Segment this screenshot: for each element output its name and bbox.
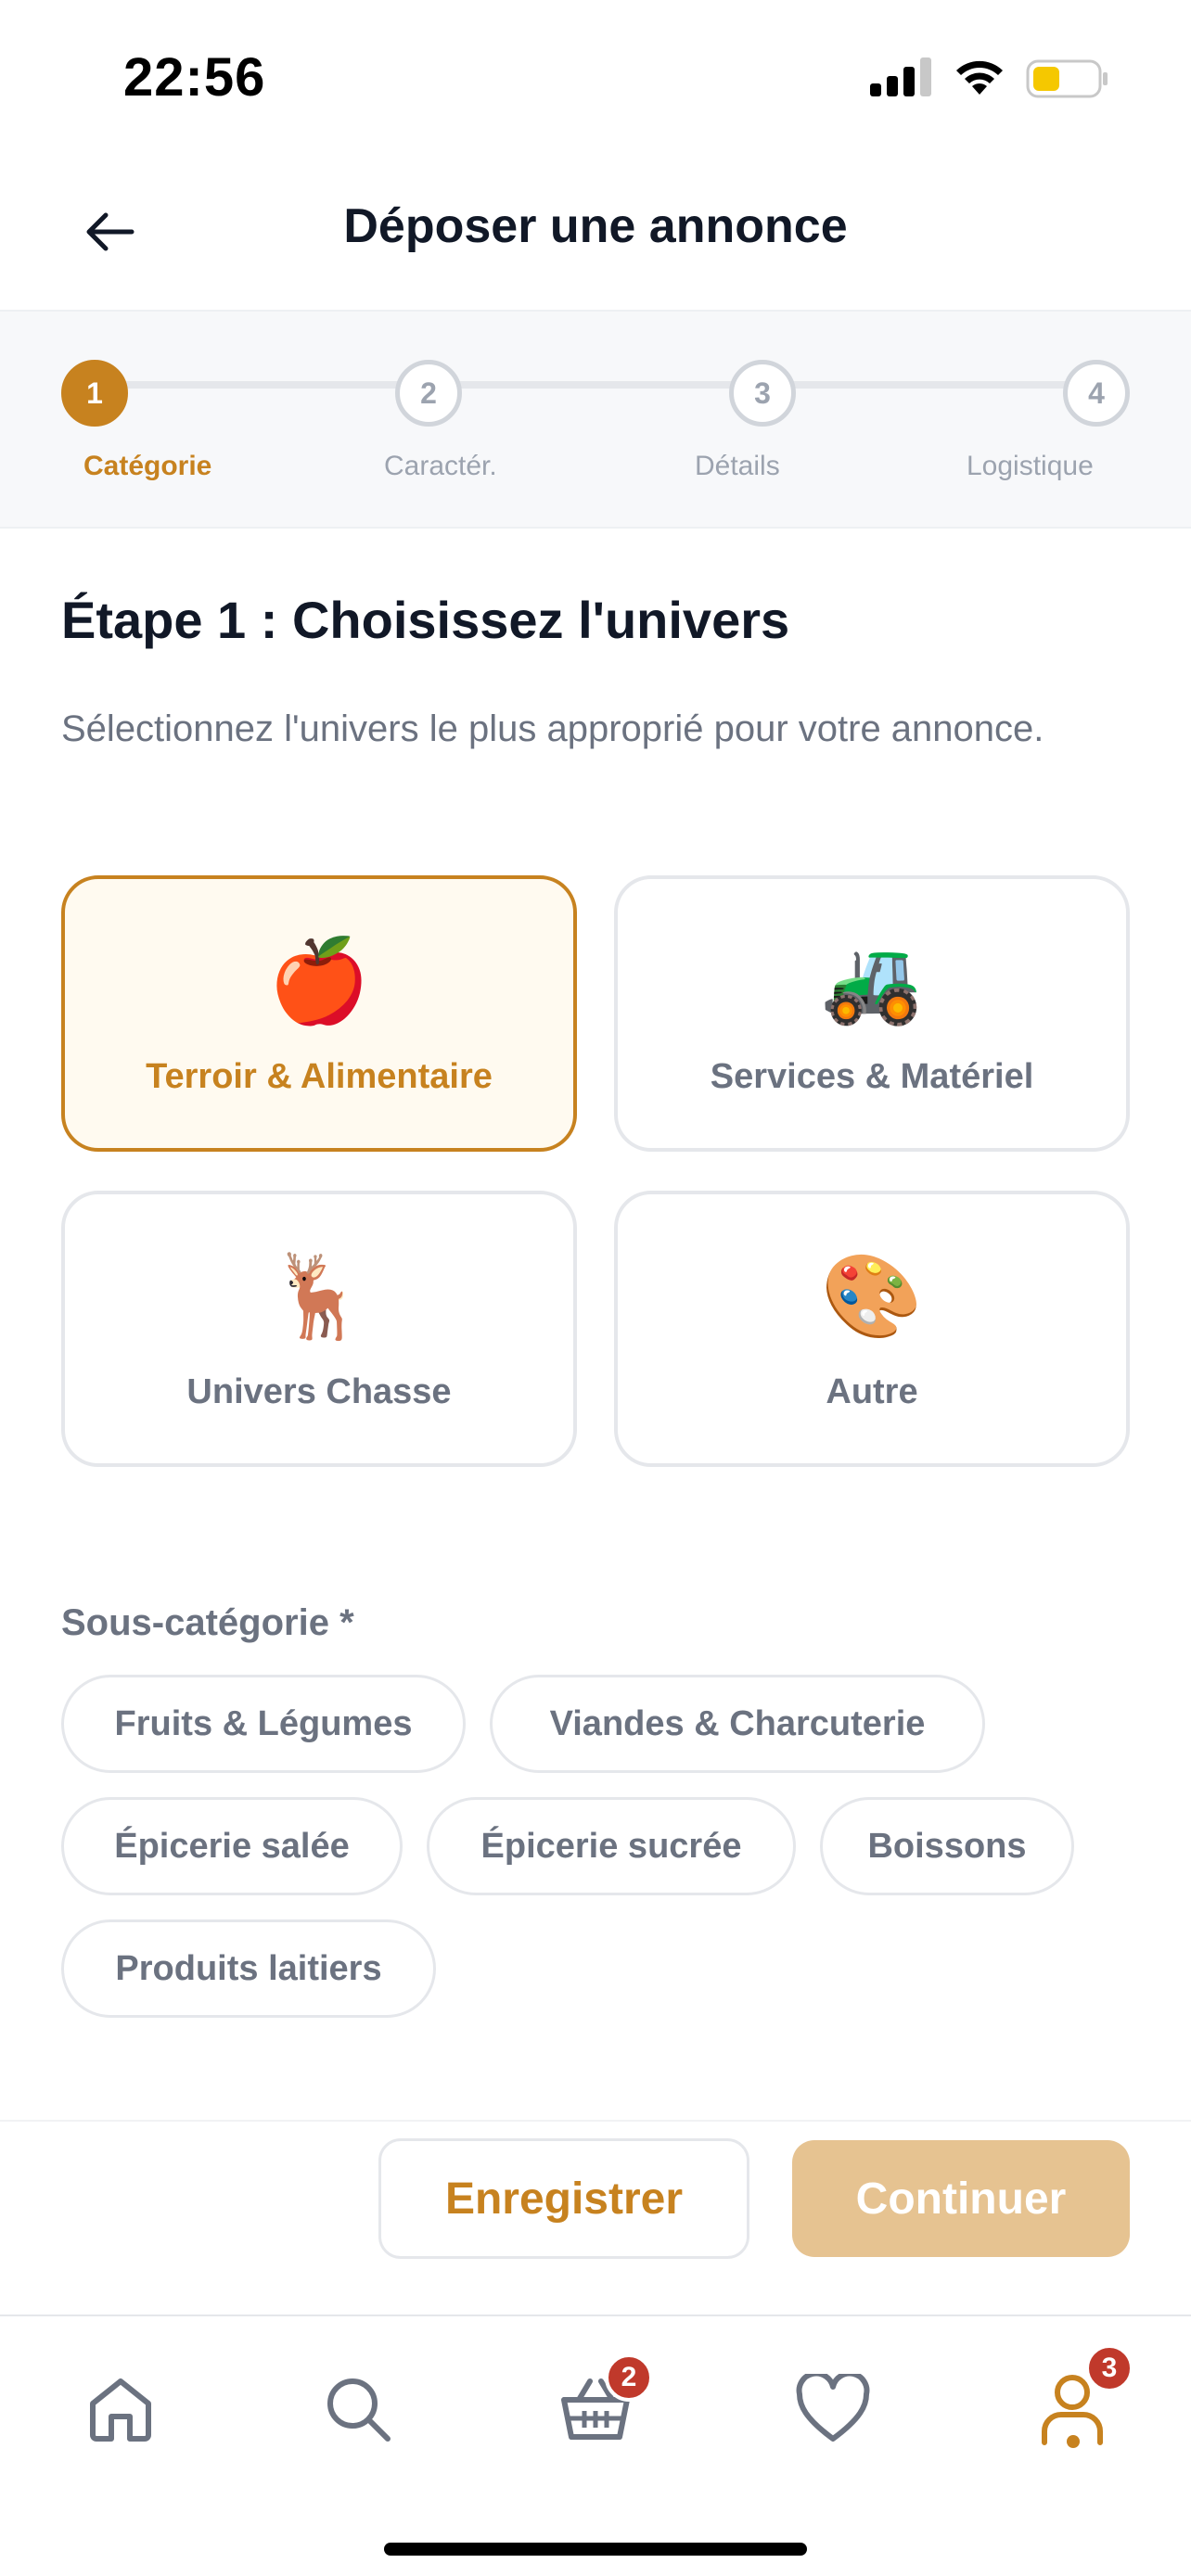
category-card-chasse[interactable]: 🦌 Univers Chasse [61, 1191, 577, 1467]
signal-icon [870, 57, 931, 96]
category-label: Univers Chasse [186, 1372, 452, 1411]
header: Déposer une annonce [0, 158, 1191, 312]
section-description: Sélectionnez l'univers le plus approprié… [61, 708, 1044, 749]
category-card-terroir[interactable]: 🍎 Terroir & Alimentaire [61, 875, 577, 1152]
category-card-services[interactable]: 🚜 Services & Matériel [614, 875, 1130, 1152]
stepper: 1 Catégorie 2 Caractér. 3 Détails 4 Logi… [0, 312, 1191, 529]
home-icon [90, 2378, 151, 2442]
step-4-label: Logistique [967, 451, 1094, 481]
wifi-icon [956, 60, 1003, 95]
nav-favorites[interactable] [787, 2363, 879, 2455]
step-1-indicator: 1 [61, 360, 128, 427]
step-3-indicator: 3 [729, 360, 796, 427]
bottom-nav: 2 3 [0, 2315, 1191, 2576]
continue-button[interactable]: Continuer [792, 2140, 1130, 2257]
apple-icon: 🍎 [268, 935, 370, 1027]
subcategory-title: Sous-catégorie * [61, 1602, 354, 1643]
tractor-icon: 🚜 [821, 935, 923, 1027]
chip-epicerie-sucree[interactable]: Épicerie sucrée [427, 1797, 796, 1895]
deer-icon: 🦌 [268, 1250, 370, 1342]
active-tab-indicator [1067, 2435, 1080, 2448]
search-icon [327, 2378, 391, 2442]
category-label: Autre [826, 1372, 918, 1411]
category-card-autre[interactable]: 🎨 Autre [614, 1191, 1130, 1467]
profile-badge: 3 [1085, 2344, 1133, 2392]
page-title: Déposer une annonce [343, 199, 848, 253]
cart-badge: 2 [605, 2353, 653, 2402]
stepper-track [95, 381, 1095, 389]
status-time: 22:56 [123, 47, 266, 108]
palette-icon: 🎨 [821, 1250, 923, 1342]
home-indicator [384, 2543, 807, 2556]
step-4-indicator: 4 [1063, 360, 1130, 427]
chip-viandes-charcuterie[interactable]: Viandes & Charcuterie [490, 1675, 985, 1773]
step-2-indicator: 2 [395, 360, 462, 427]
chip-boissons[interactable]: Boissons [820, 1797, 1074, 1895]
chip-produits-laitiers[interactable]: Produits laitiers [61, 1919, 436, 2018]
heart-icon [796, 2374, 870, 2442]
battery-icon [1026, 59, 1108, 98]
step-3-label: Détails [695, 451, 780, 481]
status-bar: 22:56 [0, 0, 1191, 158]
step-2-label: Caractér. [384, 451, 497, 481]
nav-cart[interactable]: 2 [549, 2353, 653, 2455]
nav-home[interactable] [74, 2363, 167, 2455]
category-label: Services & Matériel [710, 1057, 1034, 1096]
action-bar: Enregistrer Continuer [0, 2120, 1191, 2315]
category-label: Terroir & Alimentaire [146, 1057, 493, 1096]
save-button[interactable]: Enregistrer [378, 2138, 749, 2259]
nav-search[interactable] [312, 2363, 404, 2455]
step-1-label: Catégorie [83, 451, 212, 481]
chip-fruits-legumes[interactable]: Fruits & Légumes [61, 1675, 466, 1773]
section-title: Étape 1 : Choisissez l'univers [61, 591, 790, 649]
chip-epicerie-salee[interactable]: Épicerie salée [61, 1797, 403, 1895]
